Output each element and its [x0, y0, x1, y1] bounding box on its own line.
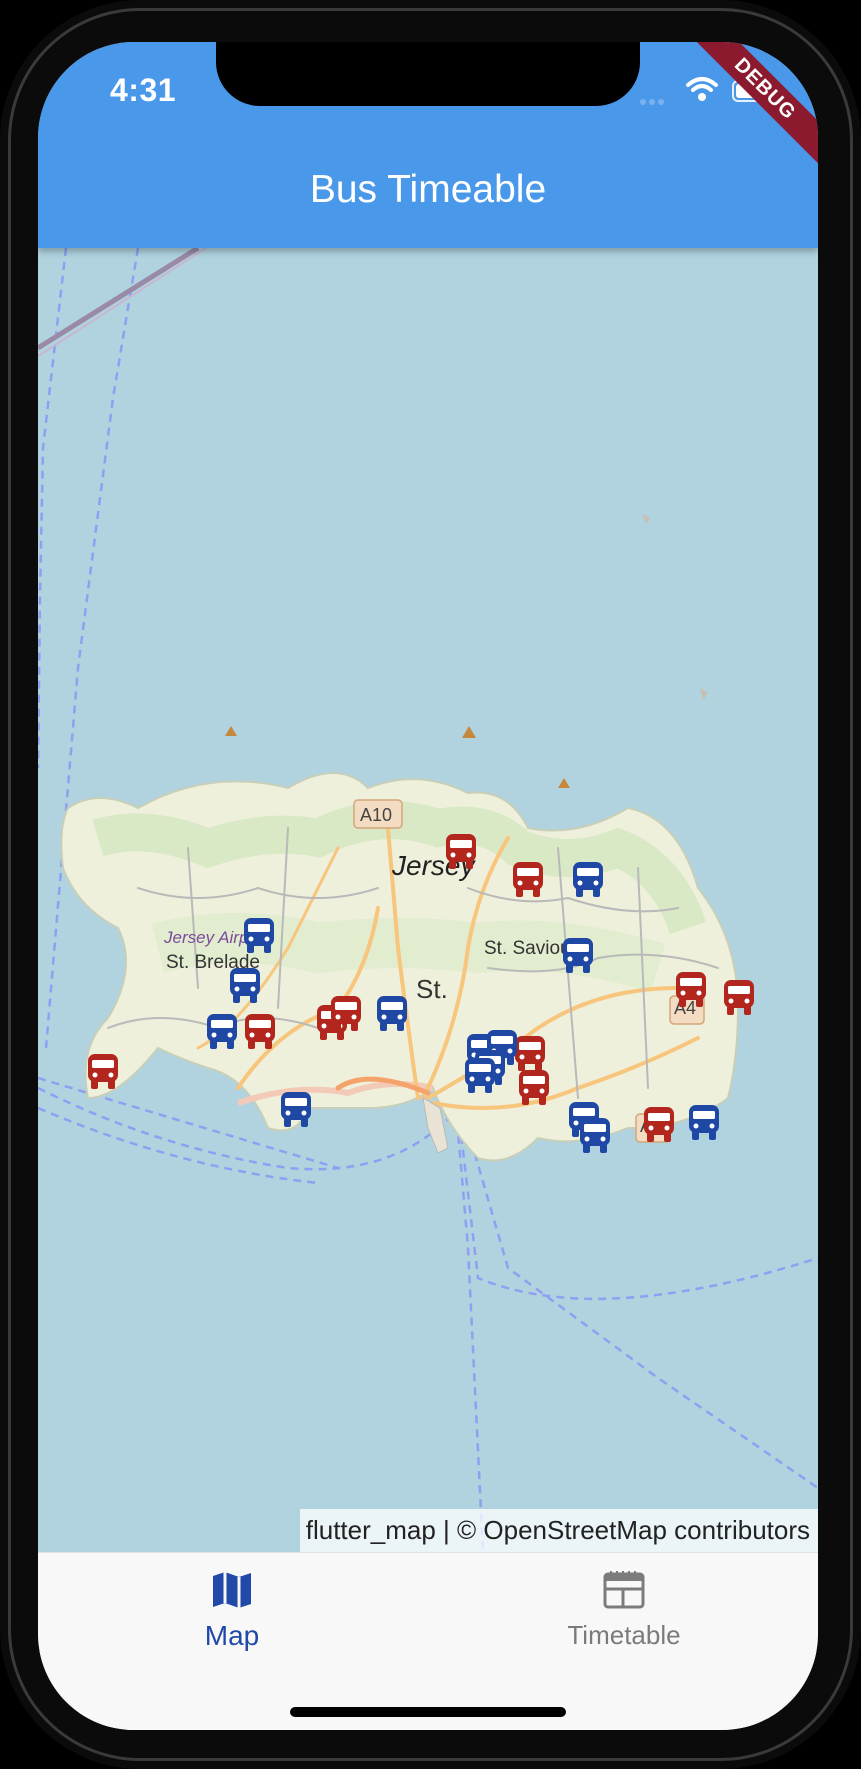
map-attribution[interactable]: flutter_map | © OpenStreetMap contributo…: [299, 1509, 818, 1552]
map-view[interactable]: A10 Jersey Jersey Airport St. Brelade St…: [38, 248, 818, 1552]
bus-marker-red-icon[interactable]: [446, 834, 476, 869]
bus-marker-red-icon[interactable]: [676, 972, 706, 1007]
status-time: 4:31: [110, 72, 177, 108]
bus-marker-blue-icon[interactable]: [573, 862, 603, 897]
debug-banner: DEBUG: [687, 42, 818, 167]
home-indicator[interactable]: [290, 1707, 566, 1717]
bus-marker-blue-icon[interactable]: [563, 938, 593, 973]
bus-marker-red-icon[interactable]: [513, 862, 543, 897]
bus-marker-red-icon[interactable]: [245, 1014, 275, 1049]
bus-marker-red-icon[interactable]: [724, 980, 754, 1015]
bus-marker-red-icon[interactable]: [88, 1054, 118, 1089]
tab-map-label: Map: [204, 1620, 260, 1651]
bus-marker-blue-icon[interactable]: [689, 1105, 719, 1140]
app-bar: 4:31 DEBUG Bus Timeable: [38, 42, 818, 248]
bus-marker-blue-icon[interactable]: [207, 1014, 237, 1049]
tab-map[interactable]: Map: [132, 1571, 332, 1652]
bus-marker-blue-icon[interactable]: [377, 996, 407, 1031]
map-icon: [213, 1572, 251, 1608]
bus-markers: [88, 834, 754, 1153]
bus-marker-blue-icon[interactable]: [580, 1118, 610, 1153]
phone-frame: 4:31 DEBUG Bus Timeable A10 Jersey Jerse…: [0, 0, 861, 1769]
wifi-icon: [686, 77, 718, 101]
tab-timetable[interactable]: Timetable: [524, 1571, 724, 1651]
bus-marker-red-icon[interactable]: [515, 1036, 545, 1071]
bus-marker-blue-icon[interactable]: [244, 918, 274, 953]
bus-marker-blue-icon[interactable]: [281, 1092, 311, 1127]
bus-marker-blue-icon[interactable]: [465, 1058, 495, 1093]
bottom-navigation-bar: Map Timetable: [38, 1552, 818, 1730]
page-title: Bus Timeable: [309, 168, 547, 211]
signal-dots-icon: [640, 92, 674, 105]
tab-timetable-label: Timetable: [567, 1620, 681, 1650]
bus-marker-red-icon[interactable]: [644, 1107, 674, 1142]
device-notch: [216, 42, 640, 106]
bus-marker-red-icon[interactable]: [519, 1070, 549, 1105]
bus-marker-blue-icon[interactable]: [230, 968, 260, 1003]
timetable-icon: [603, 1571, 645, 1609]
app-screen: 4:31 DEBUG Bus Timeable A10 Jersey Jerse…: [38, 42, 818, 1730]
